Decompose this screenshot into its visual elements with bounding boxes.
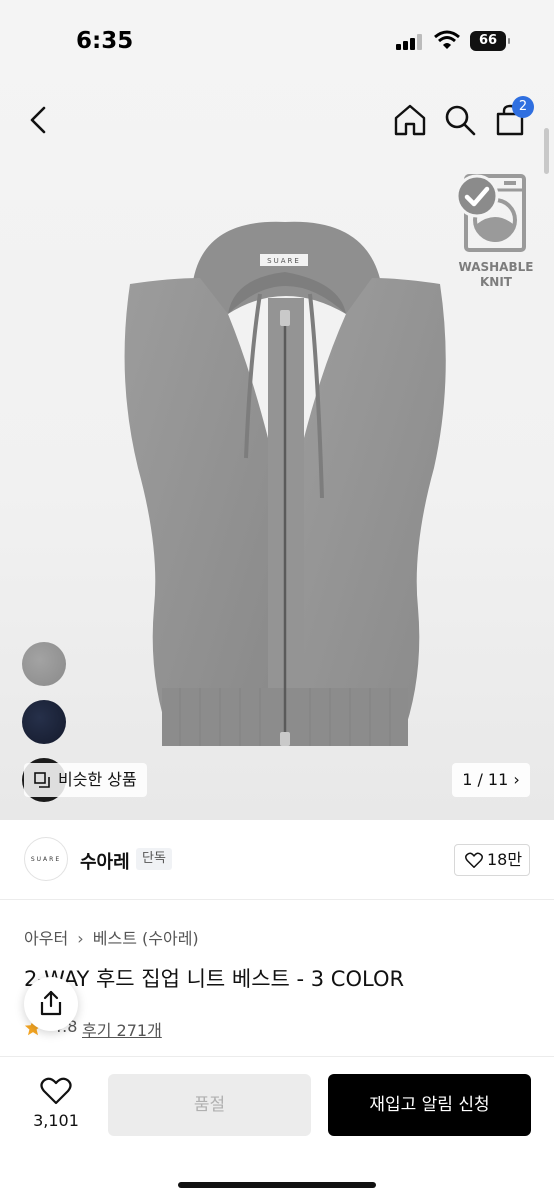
brand-row: SUARE 수아레 단독 18만 [0, 820, 554, 900]
share-button[interactable] [24, 977, 78, 1031]
review-count-link[interactable]: 후기 271개 [82, 1017, 162, 1041]
chevron-right-icon: › [77, 929, 84, 948]
search-icon[interactable] [442, 102, 478, 138]
chevron-right-icon: › [513, 770, 520, 789]
breadcrumb-item-vest[interactable]: 베스트 (수아레) [93, 929, 199, 948]
wishlist-heart-icon[interactable] [40, 1077, 72, 1105]
cart-count-badge: 2 [512, 96, 534, 118]
back-arrow-icon[interactable] [22, 102, 58, 138]
status-time: 6:35 [76, 28, 134, 54]
status-bar: 6:35 66 [0, 0, 554, 84]
restock-alert-button[interactable]: 재입고 알림 신청 [328, 1074, 531, 1136]
home-indicator[interactable] [178, 1182, 376, 1188]
heart-icon [465, 852, 483, 868]
brand-like-button[interactable]: 18만 [454, 844, 530, 876]
breadcrumb: 아우터 › 베스트 (수아레) [24, 925, 199, 949]
exclusive-badge: 단독 [136, 848, 172, 870]
product-title: 2-WAY 후드 집업 니트 베스트 - 3 COLOR [24, 967, 405, 991]
cart-button[interactable]: 2 [492, 96, 534, 138]
wishlist-count: 3,101 [33, 1111, 79, 1130]
copy-icon [34, 772, 50, 788]
share-icon [40, 990, 62, 1016]
image-pager[interactable]: 1 / 11 › [452, 763, 530, 797]
scrollbar[interactable] [544, 128, 549, 174]
similar-items-button[interactable]: 비슷한 상품 [24, 763, 147, 797]
product-image[interactable]: SUARE [100, 218, 470, 778]
signal-icon [396, 34, 422, 50]
swatch-navy[interactable] [22, 700, 66, 744]
breadcrumb-item-outer[interactable]: 아우터 [24, 929, 68, 948]
battery-icon: 66 [470, 31, 510, 51]
home-icon[interactable] [392, 102, 428, 138]
sold-out-button: 품절 [108, 1074, 311, 1136]
wifi-icon [434, 30, 460, 49]
pager-count: 1 / 11 [462, 770, 509, 789]
brand-like-count: 18만 [487, 850, 523, 869]
brand-name[interactable]: 수아레 [80, 848, 130, 874]
swatch-grey[interactable] [22, 642, 66, 686]
similar-items-label: 비슷한 상품 [58, 770, 137, 789]
bottom-action-bar: 3,101 품절 재입고 알림 신청 [0, 1056, 554, 1200]
garment-label-tag: SUARE [267, 257, 301, 265]
brand-logo[interactable]: SUARE [24, 837, 68, 881]
